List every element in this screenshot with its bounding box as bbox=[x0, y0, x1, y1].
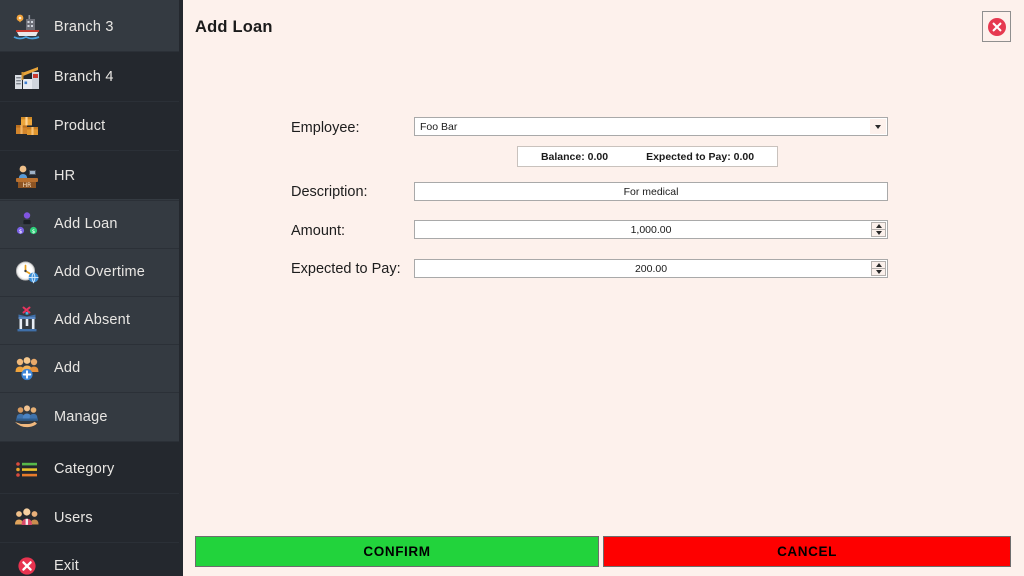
sidebar-item-label: Add Loan bbox=[54, 215, 118, 232]
balance-text: Balance: 0.00 bbox=[540, 150, 609, 163]
factory-crane-icon bbox=[0, 52, 54, 101]
amount-stepper-up-icon[interactable] bbox=[871, 222, 886, 230]
sidebar-item-category[interactable]: Category bbox=[0, 444, 179, 493]
title-bar: Add Loan bbox=[183, 0, 1024, 58]
sidebar-divider bbox=[0, 441, 179, 442]
amount-stepper[interactable] bbox=[871, 222, 886, 237]
description-input[interactable]: For medical bbox=[414, 182, 888, 201]
expected-to-pay-value: 200.00 bbox=[634, 262, 668, 275]
sidebar-item-label: Product bbox=[54, 117, 106, 134]
expected-to-pay-stepper[interactable] bbox=[871, 261, 886, 276]
expected-to-pay-stepper-down-icon[interactable] bbox=[871, 269, 886, 276]
app-window: Branch 3 Branch 4 Product HR HR $ $ Add … bbox=[0, 0, 1024, 576]
sidebar-item-add-overtime[interactable]: Add Overtime bbox=[0, 247, 179, 296]
expected-to-pay-label: Expected to Pay: bbox=[291, 261, 401, 277]
confirm-button[interactable]: CONFIRM bbox=[195, 536, 599, 567]
amount-stepper-down-icon[interactable] bbox=[871, 230, 886, 237]
users-icon bbox=[0, 493, 54, 542]
sidebar-item-label: Add Overtime bbox=[54, 263, 146, 280]
cancel-button[interactable]: CANCEL bbox=[603, 536, 1011, 567]
employee-label: Employee: bbox=[291, 120, 360, 136]
expected-to-pay-input[interactable]: 200.00 bbox=[414, 259, 888, 278]
sidebar-item-branch-3[interactable]: Branch 3 bbox=[0, 2, 179, 51]
description-label: Description: bbox=[291, 184, 368, 200]
sidebar-item-label: Add bbox=[54, 359, 81, 376]
employee-value: Foo Bar bbox=[420, 120, 458, 133]
exit-circle-x-icon bbox=[0, 541, 54, 576]
page-title: Add Loan bbox=[195, 18, 273, 36]
ship-location-icon bbox=[0, 2, 54, 51]
main-content: Add Loan Employee: Foo Bar Balance: 0.00… bbox=[183, 0, 1024, 576]
sidebar-item-product[interactable]: Product bbox=[0, 101, 179, 150]
sidebar-item-label: Users bbox=[54, 509, 93, 526]
sidebar-item-label: Category bbox=[54, 460, 115, 477]
people-hand-icon bbox=[0, 392, 54, 441]
sidebar-item-exit[interactable]: Exit bbox=[0, 541, 179, 576]
sidebar-item-label: Branch 4 bbox=[54, 68, 114, 85]
expected-to-pay-stepper-up-icon[interactable] bbox=[871, 261, 886, 269]
employee-select[interactable]: Foo Bar bbox=[414, 117, 888, 136]
amount-input[interactable]: 1,000.00 bbox=[414, 220, 888, 239]
sidebar-item-add-loan[interactable]: $ $ Add Loan bbox=[0, 199, 179, 248]
sidebar-item-users[interactable]: Users bbox=[0, 493, 179, 542]
list-icon bbox=[0, 444, 54, 493]
network-money-icon: $ $ bbox=[0, 199, 54, 248]
svg-text:$: $ bbox=[32, 228, 36, 234]
hr-desk-icon: HR bbox=[0, 151, 54, 200]
svg-text:HR: HR bbox=[23, 182, 32, 189]
people-add-icon bbox=[0, 343, 54, 392]
close-button[interactable] bbox=[982, 11, 1011, 42]
boxes-icon bbox=[0, 101, 54, 150]
svg-text:$: $ bbox=[19, 228, 23, 234]
sidebar-item-manage[interactable]: Manage bbox=[0, 392, 179, 441]
sidebar-item-label: Add Absent bbox=[54, 311, 131, 328]
amount-value: 1,000.00 bbox=[630, 223, 672, 236]
amount-label: Amount: bbox=[291, 223, 345, 239]
description-value: For medical bbox=[623, 185, 679, 198]
building-x-icon bbox=[0, 295, 54, 344]
sidebar-item-label: Exit bbox=[54, 557, 79, 574]
expected-to-pay-text: Expected to Pay: 0.00 bbox=[646, 150, 755, 163]
clock-globe-icon bbox=[0, 247, 54, 296]
sidebar-item-label: Branch 3 bbox=[54, 18, 114, 35]
sidebar-item-hr[interactable]: HR HR bbox=[0, 151, 179, 200]
close-circle-icon bbox=[987, 17, 1006, 36]
chevron-down-icon[interactable] bbox=[870, 119, 886, 134]
balance-info-bar: Balance: 0.00 Expected to Pay: 0.00 bbox=[517, 146, 778, 167]
sidebar-item-branch-4[interactable]: Branch 4 bbox=[0, 52, 179, 101]
sidebar-item-label: Manage bbox=[54, 408, 108, 425]
sidebar-item-add[interactable]: Add bbox=[0, 343, 179, 392]
sidebar-item-add-absent[interactable]: Add Absent bbox=[0, 295, 179, 344]
sidebar: Branch 3 Branch 4 Product HR HR $ $ Add … bbox=[0, 0, 183, 576]
footer-bar: CONFIRM CANCEL bbox=[183, 530, 1024, 576]
sidebar-item-label: HR bbox=[54, 167, 76, 184]
